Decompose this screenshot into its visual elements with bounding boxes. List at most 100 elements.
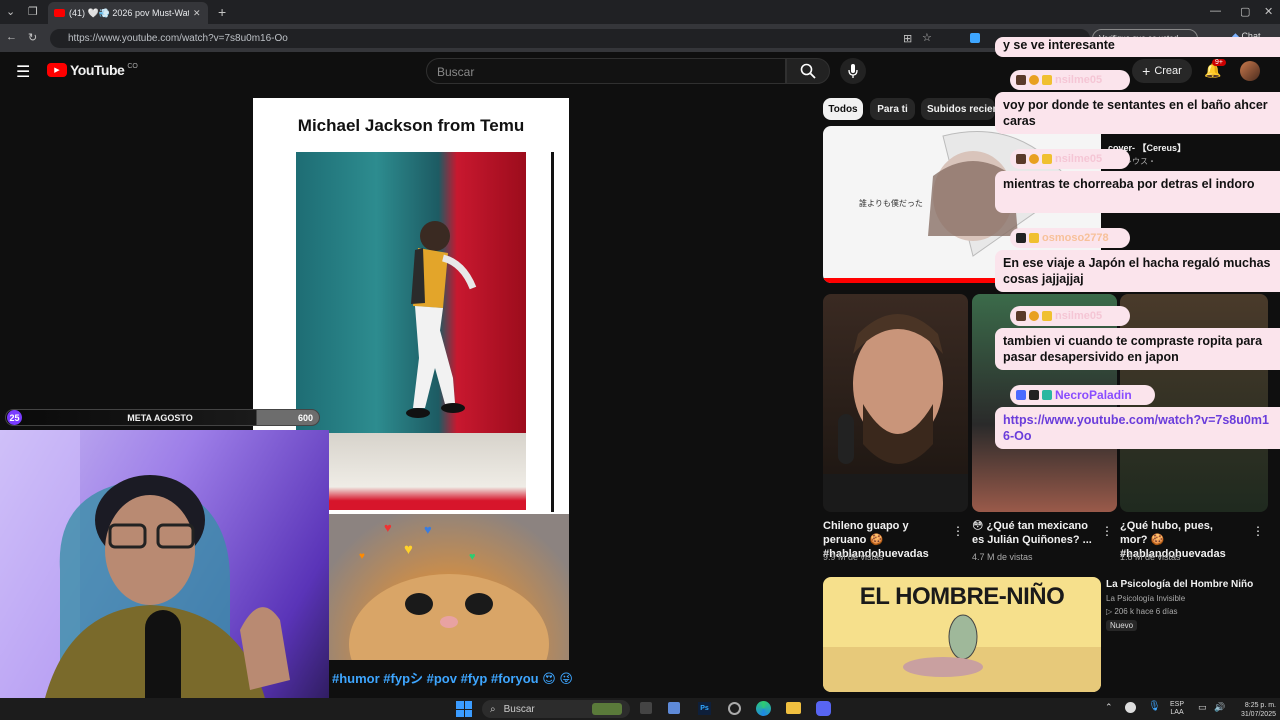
search-icon: ⌕ [490,703,496,715]
volume-icon[interactable]: 🔊 [1214,702,1225,713]
coin-badge-icon [1029,311,1039,321]
task-view-icon[interactable] [640,702,652,714]
language-indicator[interactable]: ESP LAA [1170,701,1184,717]
app-icon[interactable] [668,702,680,714]
extension-icon[interactable] [970,33,980,43]
chat-user-name: nsilme05 [1055,310,1103,322]
svg-text:♥: ♥ [404,541,413,558]
favorite-star-icon[interactable]: ☆ [922,31,932,44]
chat-message-link[interactable]: https://www.youtube.com/watch?v=7s8u0m16… [995,407,1280,449]
chat-username: osmoso2778 [1010,228,1130,248]
clock-date: 31/07/2025 [1240,711,1276,718]
windows-start-icon[interactable] [456,701,472,717]
window-close-icon[interactable]: ✕ [1264,5,1273,18]
create-label: Crear [1154,65,1182,77]
goal-end: 600 [297,412,313,423]
video-overlay-title: Michael Jackson from Temu [297,116,525,135]
goal-start: 25 [7,410,22,425]
media-badge-icon [1016,233,1026,243]
file-explorer-icon[interactable] [786,702,801,714]
rec-stats: ▷ 206 k hace 6 días [1106,607,1178,616]
microphone-icon [848,64,858,78]
rec-stats-text: 206 k hace 6 días [1114,607,1178,616]
apps-icon[interactable]: ⊞ [903,32,912,45]
streamer-webcam [0,430,329,720]
chat-user-name: nsilme05 [1055,153,1103,165]
chat-username: nsilme05 [1010,149,1130,169]
chat-message: voy por donde te sentantes en el baño ah… [995,92,1280,134]
discord-icon[interactable] [816,701,831,716]
clock[interactable]: 8:25 p. m. 31/07/2025 [1236,701,1276,719]
chat-link[interactable]: https://www.youtube.com/watch?v=7s8u0m16… [1003,413,1269,443]
coin-badge-icon [1029,154,1039,164]
chat-text: En ese viaje a Japón el hacha regaló muc… [1003,256,1271,286]
edge-browser-icon[interactable] [756,701,771,716]
svg-text:♥: ♥ [424,522,432,537]
create-button[interactable]: + Crear [1132,59,1192,83]
chip-para-ti[interactable]: Para ti [870,98,915,120]
video-hashtags[interactable]: #humor #fypシ #pov #fyp #foryou 😍 😜 [332,668,573,687]
search-input[interactable]: Buscar [426,58,786,84]
maximize-icon[interactable]: ▢ [1240,5,1250,18]
crown-badge-icon [1042,311,1052,321]
mod-badge-icon [1016,390,1026,400]
photoshop-icon[interactable]: Ps [698,702,711,715]
chat-user-name: nsilme05 [1055,74,1103,86]
minimize-icon[interactable]: — [1210,5,1221,17]
close-icon[interactable]: ✕ [193,8,201,19]
chat-message: mientras te chorreaba por detras el indo… [995,171,1280,213]
chip-label: Para ti [877,103,908,115]
search-button[interactable] [786,58,830,84]
goal-progress-bar: 25 META AGOSTO 600 [5,409,320,426]
avatar[interactable] [1240,61,1260,81]
tray-chevron-up-icon[interactable]: ⌃ [1105,702,1113,713]
chat-text: y se ve interesante [1003,38,1115,52]
obs-icon[interactable] [728,702,741,715]
voice-search-button[interactable] [840,58,866,84]
short-title-2[interactable]: 😳 ¿Qué tan mexicano es Julián Quiñones? … [972,519,1100,547]
cat-sticker: ♥ ♥ ♥ ♥ ♥ [329,514,569,660]
menu-icon[interactable]: ☰ [16,62,30,82]
new-badge: Nuevo [1106,620,1138,631]
dancer-figure [406,221,477,418]
search-placeholder: Buscar [437,65,475,79]
user-badge-icon [1016,154,1026,164]
chat-username: NecroPaladin [1010,385,1155,405]
country-code: CO [127,62,138,70]
taskbar-search[interactable]: ⌕ Buscar [482,700,630,718]
rec-title-hombre-nino[interactable]: La Psicología del Hombre Niño [1106,578,1253,592]
back-icon[interactable]: ← [6,31,17,43]
chat-username: nsilme05 [1010,306,1130,326]
address-bar[interactable]: https://www.youtube.com/watch?v=7s8u0m16… [50,29,1090,48]
reload-icon[interactable]: ↻ [28,31,37,44]
svg-text:♥: ♥ [359,551,365,562]
lang-code: ESP [1170,701,1185,708]
svg-text:♥: ♥ [469,551,476,563]
notifications-button[interactable]: 🔔 9+ [1204,59,1226,79]
clock-time: 8:25 p. m. [1244,702,1276,709]
tab-youtube[interactable]: (41) 🤍💨 2026 pov Must-Watch ( ✕ [48,2,208,24]
more-options-icon[interactable]: ⋮ [1252,524,1264,538]
short-thumbnail-1[interactable] [823,294,968,512]
workspaces-icon[interactable]: ❐ [28,5,38,18]
chat-message: tambien vi cuando te compraste ropita pa… [995,328,1280,370]
chip-todos[interactable]: Todos [823,98,863,120]
stage-floor [296,433,526,510]
short-views-2: 4.7 M de vistas [972,552,1033,562]
more-options-icon[interactable]: ⋮ [1101,524,1113,538]
new-tab-icon[interactable]: + [218,4,226,20]
chevron-down-icon[interactable]: ⌄ [6,5,15,18]
more-options-icon[interactable]: ⋮ [952,524,964,538]
display-icon[interactable]: ▭ [1198,702,1207,713]
chat-text: mientras te chorreaba por detras el indo… [1003,177,1255,191]
rec-channel[interactable]: La Psicología Invisible [1106,594,1185,603]
chip-subidos[interactable]: Subidos recient [921,98,995,120]
notification-badge: 9+ [1212,59,1226,66]
chat-user-name: NecroPaladin [1055,388,1132,402]
chat-message: y se ve interesante [995,37,1280,57]
crown-badge-icon [1042,154,1052,164]
tray-mic-icon[interactable]: 🎙 [1148,701,1161,712]
youtube-logo[interactable]: ▶ YouTube CO [47,62,138,78]
tray-app-icon[interactable] [1125,702,1136,713]
rec-thumbnail-hombre-nino[interactable]: EL HOMBRE-NIÑO [823,577,1101,692]
